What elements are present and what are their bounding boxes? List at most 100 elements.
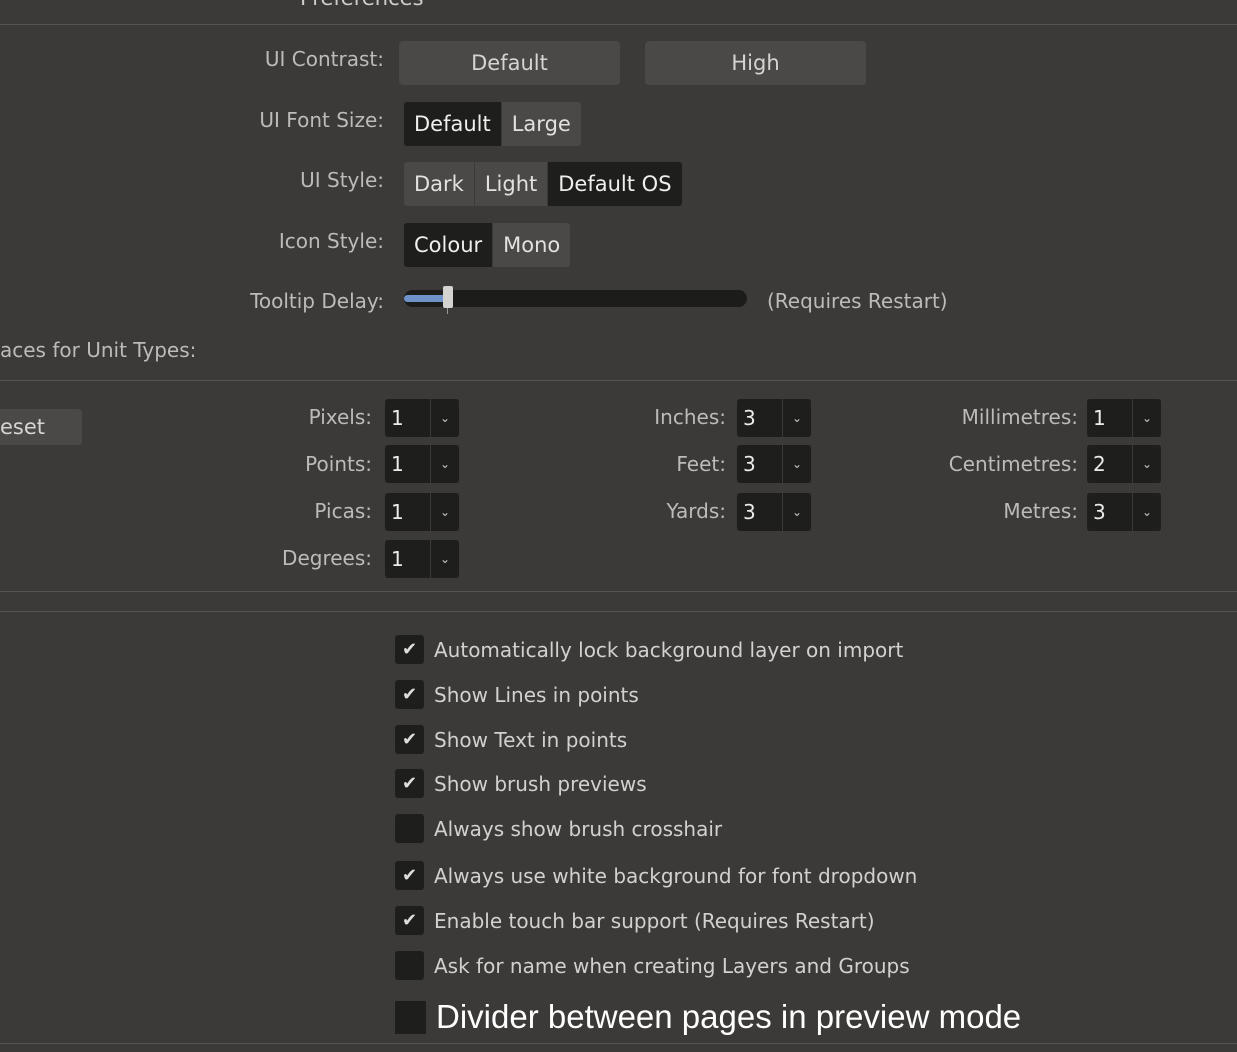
pixels-value: 1 [391, 406, 404, 430]
contrast-default-button[interactable]: Default [399, 41, 620, 85]
checkbox-row[interactable]: ✔ Always use white background for font d… [395, 861, 917, 890]
checkbox[interactable]: ✔ [395, 725, 424, 754]
ui-contrast-label: UI Contrast: [264, 47, 384, 71]
chevron-down-icon[interactable]: ⌄ [430, 399, 459, 437]
tooltip-delay-slider[interactable] [404, 286, 747, 314]
checkbox-row[interactable]: Divider between pages in preview mode [395, 998, 1021, 1036]
tooltip-restart-note: (Requires Restart) [767, 289, 948, 313]
yards-value: 3 [743, 500, 756, 524]
chevron-down-icon[interactable]: ⌄ [430, 493, 459, 531]
centimetres-label: Centimetres: [948, 452, 1078, 476]
metres-combo[interactable]: 3 ⌄ [1087, 493, 1161, 531]
divider [0, 611, 1237, 612]
checkbox[interactable] [395, 1000, 426, 1034]
metres-value: 3 [1093, 500, 1106, 524]
checkmark-icon: ✔ [401, 639, 418, 660]
inches-combo[interactable]: 3 ⌄ [737, 399, 811, 437]
font-size-default-option[interactable]: Default [404, 102, 502, 146]
points-value: 1 [391, 452, 404, 476]
slider-fill [404, 295, 446, 302]
millimetres-label: Millimetres: [961, 405, 1078, 429]
checkmark-icon: ✔ [401, 865, 418, 886]
checkbox[interactable]: ✔ [395, 906, 424, 935]
ui-style-segmented: Dark Light Default OS [404, 162, 682, 206]
icon-style-colour-option[interactable]: Colour [404, 223, 494, 267]
font-size-segmented: Default Large [404, 102, 581, 146]
inches-label: Inches: [654, 405, 726, 429]
checkbox-label: Show brush previews [434, 771, 647, 796]
checkbox-row[interactable]: ✔ Automatically lock background layer on… [395, 635, 903, 664]
checkbox-label: Enable touch bar support (Requires Resta… [434, 908, 875, 933]
picas-combo[interactable]: 1 ⌄ [385, 493, 459, 531]
centimetres-combo[interactable]: 2 ⌄ [1087, 445, 1161, 483]
checkbox-row[interactable]: Always show brush crosshair [395, 814, 722, 843]
checkbox[interactable]: ✔ [395, 635, 424, 664]
checkbox[interactable] [395, 814, 424, 843]
pixels-combo[interactable]: 1 ⌄ [385, 399, 459, 437]
chevron-down-icon[interactable]: ⌄ [1132, 493, 1161, 531]
decimal-places-label: aces for Unit Types: [0, 338, 197, 362]
degrees-value: 1 [391, 547, 404, 571]
checkbox-label: Automatically lock background layer on i… [434, 637, 904, 662]
window-title: Preferences [300, 0, 424, 10]
divider [0, 1043, 1237, 1044]
ui-font-size-label: UI Font Size: [259, 108, 384, 132]
picas-value: 1 [391, 500, 404, 524]
millimetres-value: 1 [1093, 406, 1106, 430]
ui-style-default-os-option[interactable]: Default OS [548, 162, 682, 206]
chevron-down-icon[interactable]: ⌄ [782, 445, 811, 483]
yards-combo[interactable]: 3 ⌄ [737, 493, 811, 531]
chevron-down-icon[interactable]: ⌄ [1132, 399, 1161, 437]
checkbox-label: Show Lines in points [434, 682, 639, 707]
font-size-large-option[interactable]: Large [501, 102, 581, 146]
picas-label: Picas: [314, 499, 372, 523]
checkmark-icon: ✔ [401, 773, 418, 794]
contrast-high-button[interactable]: High [645, 41, 866, 85]
degrees-label: Degrees: [282, 546, 372, 570]
millimetres-combo[interactable]: 1 ⌄ [1087, 399, 1161, 437]
slider-tick [447, 308, 448, 314]
inches-value: 3 [743, 406, 756, 430]
divider [0, 591, 1237, 592]
chevron-down-icon[interactable]: ⌄ [430, 445, 459, 483]
slider-thumb[interactable] [443, 286, 453, 308]
checkbox-label: Always show brush crosshair [434, 816, 723, 841]
checkbox-label: Always use white background for font dro… [434, 863, 918, 888]
metres-label: Metres: [1003, 499, 1078, 523]
divider [0, 380, 1237, 381]
checkbox-row[interactable]: ✔ Show brush previews [395, 769, 647, 798]
checkbox-row[interactable]: ✔ Show Text in points [395, 725, 627, 754]
reset-button[interactable]: eset [0, 409, 82, 445]
centimetres-value: 2 [1093, 452, 1106, 476]
checkbox-row[interactable]: ✔ Show Lines in points [395, 680, 639, 709]
ui-style-light-option[interactable]: Light [474, 162, 549, 206]
checkbox[interactable]: ✔ [395, 861, 424, 890]
checkbox-label: Ask for name when creating Layers and Gr… [434, 953, 910, 978]
checkbox[interactable]: ✔ [395, 680, 424, 709]
feet-label: Feet: [676, 452, 726, 476]
checkmark-icon: ✔ [401, 910, 418, 931]
chevron-down-icon[interactable]: ⌄ [782, 493, 811, 531]
icon-style-mono-option[interactable]: Mono [493, 223, 571, 267]
points-combo[interactable]: 1 ⌄ [385, 445, 459, 483]
checkbox-row[interactable]: Ask for name when creating Layers and Gr… [395, 951, 910, 980]
feet-combo[interactable]: 3 ⌄ [737, 445, 811, 483]
divider [0, 24, 1237, 25]
chevron-down-icon[interactable]: ⌄ [782, 399, 811, 437]
degrees-combo[interactable]: 1 ⌄ [385, 540, 459, 578]
checkbox-label: Divider between pages in preview mode [436, 998, 1022, 1035]
chevron-down-icon[interactable]: ⌄ [1132, 445, 1161, 483]
checkbox[interactable]: ✔ [395, 769, 424, 798]
checkmark-icon: ✔ [401, 729, 418, 750]
checkbox-row[interactable]: ✔ Enable touch bar support (Requires Res… [395, 906, 875, 935]
pixels-label: Pixels: [308, 405, 372, 429]
icon-style-label: Icon Style: [278, 229, 384, 253]
ui-style-dark-option[interactable]: Dark [404, 162, 475, 206]
points-label: Points: [305, 452, 372, 476]
chevron-down-icon[interactable]: ⌄ [430, 540, 459, 578]
checkbox[interactable] [395, 951, 424, 980]
icon-style-segmented: Colour Mono [404, 223, 571, 267]
feet-value: 3 [743, 452, 756, 476]
ui-style-label: UI Style: [300, 168, 384, 192]
checkbox-label: Show Text in points [434, 727, 628, 752]
